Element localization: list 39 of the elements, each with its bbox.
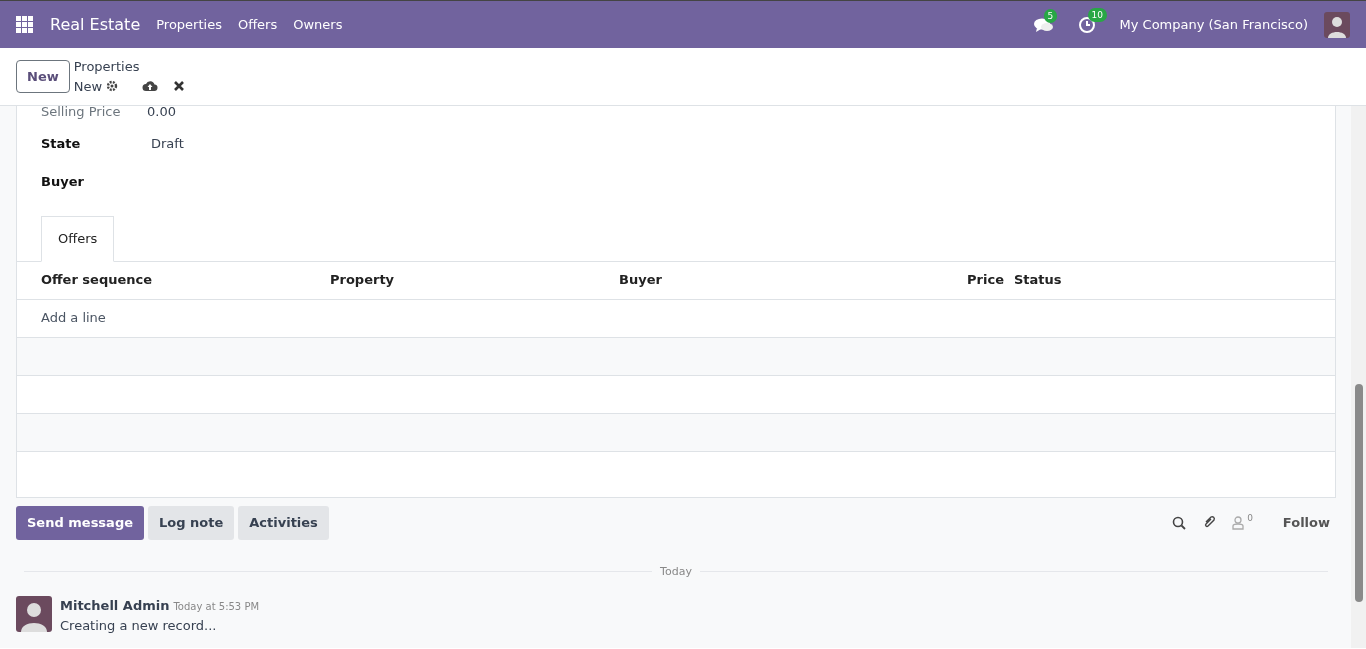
message-author: Mitchell Admin: [60, 597, 170, 615]
tab[interactable]: Offers: [41, 216, 115, 262]
message-time: Today at 5:53 PM: [173, 600, 260, 614]
chatter-button[interactable]: Activities: [238, 506, 329, 540]
column-header[interactable]: Status: [1004, 270, 1062, 290]
gear-icon[interactable]: [106, 80, 119, 93]
menu-item[interactable]: Properties: [156, 14, 222, 35]
date-separator: Today: [659, 563, 693, 580]
new-button[interactable]: New: [16, 59, 70, 94]
field-label: State: [41, 135, 82, 154]
column-header[interactable]: Buyer: [619, 270, 919, 290]
record-name: New: [73, 77, 103, 96]
column-header[interactable]: Offer sequence: [41, 270, 330, 290]
column-header[interactable]: Property: [330, 270, 619, 290]
field-label: Buyer: [41, 173, 85, 192]
field-value: 0.00: [147, 106, 176, 122]
scrollbar[interactable]: [1351, 106, 1366, 648]
follower-count: 0: [1247, 511, 1253, 525]
app-name[interactable]: Real Estate: [50, 12, 141, 37]
column-header[interactable]: Price: [919, 270, 1004, 290]
add-line-link[interactable]: Add a line: [41, 308, 106, 328]
menu-item[interactable]: Owners: [293, 14, 343, 35]
discard-icon[interactable]: [174, 81, 185, 92]
field-value: Draft: [151, 135, 184, 154]
message-count-badge: 5: [1043, 8, 1058, 23]
apps-menu-icon[interactable]: [16, 15, 34, 34]
author-avatar: [16, 596, 52, 635]
breadcrumb-link[interactable]: Properties: [73, 57, 185, 77]
follow-button[interactable]: Follow: [1276, 512, 1336, 534]
chatter-button[interactable]: Log note: [148, 506, 235, 540]
chatter-button[interactable]: Send message: [16, 506, 144, 540]
menu-item[interactable]: Offers: [237, 14, 278, 35]
field-label: Selling Price: [41, 106, 122, 122]
company-switcher[interactable]: My Company (San Francisco): [1119, 14, 1308, 35]
message-body: Creating a new record...: [60, 616, 218, 635]
search-icon[interactable]: [1172, 515, 1187, 530]
activity-count-badge: 10: [1087, 7, 1107, 22]
cloud-upload-icon[interactable]: [142, 80, 159, 93]
user-avatar[interactable]: [1324, 11, 1350, 38]
